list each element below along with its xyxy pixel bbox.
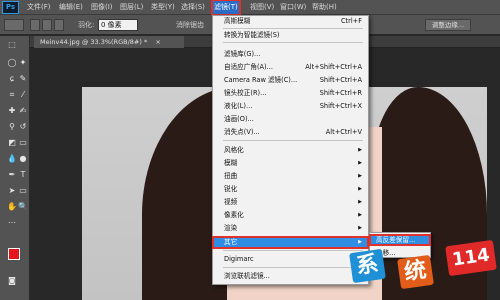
site-watermark: 系 统 114 bbox=[349, 233, 500, 300]
menu-type[interactable]: 类型(Y) bbox=[151, 0, 175, 15]
rectangular-marquee-icon[interactable]: ⬚ bbox=[7, 40, 17, 50]
menu-edit[interactable]: 编辑(E) bbox=[59, 0, 83, 15]
add-selection-icon[interactable] bbox=[42, 19, 52, 31]
watermark-char: 系 bbox=[349, 248, 386, 284]
menu-item-sharpen[interactable]: 锐化 ▶ bbox=[213, 184, 368, 195]
menu-item-gaussian-blur[interactable]: 高斯模糊 Ctrl+F bbox=[213, 16, 368, 27]
menu-file[interactable]: 文件(F) bbox=[27, 0, 51, 15]
crop-icon[interactable]: ⌗ bbox=[7, 90, 17, 100]
brush-icon[interactable]: ✍ bbox=[18, 106, 28, 116]
menu-item-filter-gallery[interactable]: 滤镜库(G)... bbox=[213, 49, 368, 60]
close-tab-icon[interactable]: × bbox=[155, 38, 160, 46]
marquee-preset-picker[interactable] bbox=[4, 19, 24, 31]
pen-icon[interactable]: ✒ bbox=[7, 170, 17, 180]
menu-item-blur[interactable]: 模糊 ▶ bbox=[213, 158, 368, 169]
gradient-icon[interactable]: ▭ bbox=[18, 138, 28, 148]
menu-window[interactable]: 窗口(W) bbox=[280, 0, 306, 15]
foreground-color-swatch[interactable] bbox=[8, 248, 20, 260]
submenu-arrow-icon: ▶ bbox=[358, 160, 362, 166]
blur-icon[interactable]: 💧 bbox=[7, 154, 17, 164]
menu-item-other[interactable]: 其它 ▶ bbox=[212, 236, 369, 249]
rectangle-shape-icon[interactable]: ▭ bbox=[18, 186, 28, 196]
history-brush-icon[interactable]: ↺ bbox=[18, 122, 28, 132]
submenu-arrow-icon: ▶ bbox=[358, 173, 362, 179]
ellipse-marquee-icon[interactable]: ◯ bbox=[7, 58, 17, 68]
menu-item-lens-correction[interactable]: 镜头校正(R)... Shift+Ctrl+R bbox=[213, 88, 368, 99]
antialias-label[interactable]: 消除锯齿 bbox=[176, 20, 204, 30]
feather-input[interactable]: 0 像素 bbox=[98, 19, 138, 31]
quick-mask-icon[interactable]: ◙ bbox=[7, 276, 17, 286]
healing-brush-icon[interactable]: ✚ bbox=[7, 106, 17, 116]
menu-item-distort[interactable]: 扭曲 ▶ bbox=[213, 171, 368, 182]
menu-item-pixelate[interactable]: 像素化 ▶ bbox=[213, 210, 368, 221]
refine-edge-button[interactable]: 调整边缘... bbox=[425, 19, 471, 31]
lasso-icon[interactable]: ɕ bbox=[7, 74, 17, 84]
eyedropper-icon[interactable]: ⁄ bbox=[18, 90, 28, 100]
menu-view[interactable]: 视图(V) bbox=[250, 0, 274, 15]
menu-item-camera-raw[interactable]: Camera Raw 滤镜(C)... Shift+Ctrl+A bbox=[213, 75, 368, 86]
menu-item-digimarc[interactable]: Digimarc▶ bbox=[213, 254, 368, 265]
menu-image[interactable]: 图像(I) bbox=[91, 0, 113, 15]
menu-item-oil-paint[interactable]: 油画(O)... bbox=[213, 114, 368, 125]
document-tab-title: Meinv44.jpg @ 33.3%(RGB/8#) * bbox=[40, 38, 148, 46]
type-icon[interactable]: T bbox=[18, 170, 28, 180]
new-selection-icon[interactable] bbox=[30, 19, 40, 31]
menu-item-liquify[interactable]: 液化(L)... Shift+Ctrl+X bbox=[213, 101, 368, 112]
eraser-icon[interactable]: ◩ bbox=[7, 138, 17, 148]
menu-help[interactable]: 帮助(H) bbox=[312, 0, 337, 15]
tools-panel: ⬚ ◯ ✦ ɕ ✎ ⌗ ⁄ ✚ ✍ ⚲ ↺ ◩ ▭ 💧 ● ✒ T ➤ ▭ ✋ … bbox=[0, 36, 30, 300]
menu-item-vanishing-point[interactable]: 消失点(V)... Alt+Ctrl+V bbox=[213, 127, 368, 138]
dodge-icon[interactable]: ● bbox=[18, 154, 28, 164]
submenu-arrow-icon: ▶ bbox=[358, 212, 362, 218]
zoom-icon[interactable]: 🔍 bbox=[18, 202, 28, 212]
submenu-arrow-icon: ▶ bbox=[358, 199, 362, 205]
menu-filter[interactable]: 滤镜(T) bbox=[211, 0, 241, 16]
menu-select[interactable]: 选择(S) bbox=[181, 0, 205, 15]
hand-icon[interactable]: ✋ bbox=[7, 202, 17, 212]
menu-layer[interactable]: 图层(L) bbox=[120, 0, 143, 15]
filter-dropdown-menu: 高斯模糊 Ctrl+F 转换为智能滤镜(S) 滤镜库(G)... 自适应广角(A)… bbox=[212, 15, 369, 285]
photoshop-logo: Ps bbox=[2, 1, 19, 14]
feather-label: 羽化: bbox=[78, 21, 95, 29]
menu-item-stylize[interactable]: 风格化 ▶ bbox=[213, 145, 368, 156]
clone-stamp-icon[interactable]: ⚲ bbox=[7, 122, 17, 132]
more-tools-icon[interactable]: ⋯ bbox=[7, 218, 17, 228]
menu-item-adaptive-wide-angle[interactable]: 自适应广角(A)... Alt+Shift+Ctrl+A bbox=[213, 62, 368, 73]
submenu-arrow-icon: ▶ bbox=[358, 147, 362, 153]
menu-bar: Ps 文件(F) 编辑(E) 图像(I) 图层(L) 类型(Y) 选择(S) 滤… bbox=[0, 0, 500, 16]
menu-item-render[interactable]: 渲染 ▶ bbox=[213, 223, 368, 234]
submenu-arrow-icon: ▶ bbox=[358, 186, 362, 192]
menu-item-convert-smart-filter[interactable]: 转换为智能滤镜(S) bbox=[213, 30, 368, 41]
watermark-char: 统 bbox=[397, 254, 434, 290]
magic-wand-icon[interactable]: ✦ bbox=[18, 58, 28, 68]
watermark-char: 114 bbox=[445, 239, 497, 277]
menu-item-video[interactable]: 视频 ▶ bbox=[213, 197, 368, 208]
quick-select-icon[interactable]: ✎ bbox=[18, 74, 28, 84]
menu-item-browse-filters-online[interactable]: 浏览联机滤镜... bbox=[213, 271, 368, 282]
subtract-selection-icon[interactable] bbox=[54, 19, 64, 31]
document-tab[interactable]: Meinv44.jpg @ 33.3%(RGB/8#) * × bbox=[34, 36, 184, 48]
path-select-icon[interactable]: ➤ bbox=[7, 186, 17, 196]
